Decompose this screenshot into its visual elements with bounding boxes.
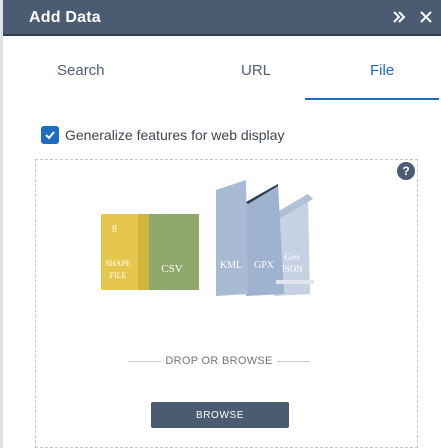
geojson-label-line2: JSON	[281, 264, 303, 274]
geojson-label-line1: Geo	[285, 252, 300, 262]
shapefile-marker: 8	[112, 224, 117, 235]
gpx-label: GPX	[254, 260, 275, 271]
panel-title: Add Data	[29, 9, 101, 26]
generalize-checkbox[interactable]	[41, 126, 59, 144]
kml-label: KML	[220, 260, 242, 271]
active-tab-indicator	[305, 98, 439, 100]
tab-file[interactable]: File	[370, 62, 394, 79]
tab-search[interactable]: Search	[57, 62, 105, 79]
double-chevron-right-icon	[393, 11, 406, 23]
tab-url[interactable]: URL	[241, 62, 271, 79]
tile-shadow	[276, 280, 314, 284]
csv-tile: CSV	[149, 214, 199, 290]
shapefile-label-line1: SHAPE	[105, 259, 130, 268]
close-icon	[420, 11, 432, 23]
panel-header: Add Data	[3, 0, 441, 36]
file-types-illustration: Geo JSON GPX KML 8 SHAPE FILE CSV	[101, 180, 314, 296]
drop-or-browse-label: DROP OR BROWSE	[165, 355, 273, 367]
shapefile-label-line2: FILE	[110, 271, 127, 280]
collapse-button[interactable]	[390, 8, 408, 26]
generalize-label: Generalize features for web display	[65, 127, 285, 143]
shapefile-tile: 8 SHAPE FILE	[101, 214, 149, 290]
csv-label: CSV	[161, 263, 182, 275]
drop-or-browse-text: DROP OR BROWSE	[124, 355, 314, 367]
gpx-tile: GPX	[246, 184, 284, 296]
add-data-panel: Add Data Search URL File Generalize feat…	[0, 0, 441, 448]
kml-tile: KML	[216, 180, 248, 296]
help-button[interactable]: ?	[397, 162, 415, 180]
help-icon: ?	[402, 164, 410, 178]
source-tabs: Search URL File	[3, 62, 441, 102]
close-button[interactable]	[417, 8, 435, 26]
divider-left	[128, 360, 162, 362]
checkmark-icon	[45, 131, 55, 140]
browse-button[interactable]: BROWSE	[151, 402, 289, 428]
generalize-features-option[interactable]: Generalize features for web display	[41, 124, 284, 146]
divider-right	[276, 360, 311, 362]
